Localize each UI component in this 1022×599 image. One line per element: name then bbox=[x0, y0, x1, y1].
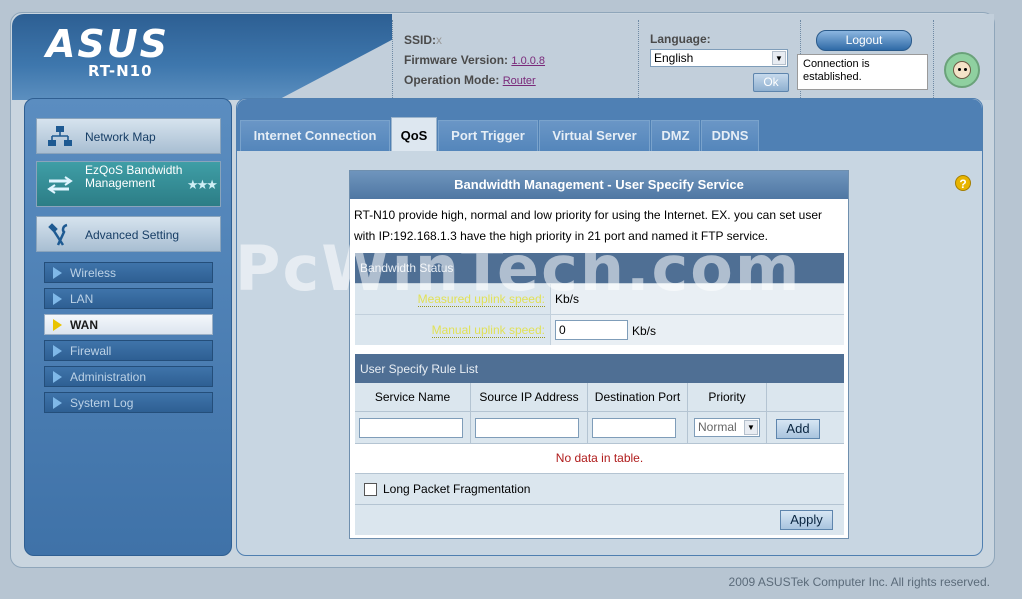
ezqos-icon bbox=[47, 176, 73, 194]
ssid-label: SSID:x bbox=[404, 33, 443, 47]
chevron-down-icon: ▼ bbox=[772, 51, 786, 65]
header-divider bbox=[638, 20, 639, 98]
measured-uplink-value: Kb/s bbox=[550, 283, 844, 314]
network-map-icon bbox=[48, 126, 72, 146]
cell-service-name bbox=[355, 411, 471, 443]
manual-uplink-row: 0 Kb/s bbox=[550, 314, 844, 345]
firmware-version-link[interactable]: 1.0.0.8 bbox=[511, 55, 545, 67]
manual-uplink-unit: Kb/s bbox=[632, 324, 657, 338]
operation-mode-link[interactable]: Router bbox=[503, 75, 536, 87]
menu-advanced-label: Advanced Setting bbox=[85, 228, 180, 242]
stars-icon: ★★★ bbox=[187, 177, 218, 192]
arrow-right-icon bbox=[53, 293, 62, 305]
tab-qos[interactable]: QoS bbox=[391, 117, 437, 151]
tab-dmz[interactable]: DMZ bbox=[651, 120, 700, 151]
arrow-right-icon bbox=[53, 397, 62, 409]
menu-advanced-setting[interactable]: Advanced Setting bbox=[36, 216, 221, 252]
add-rule-button[interactable]: Add bbox=[776, 419, 820, 439]
arrow-right-icon bbox=[53, 345, 62, 357]
sidebar-item-wan[interactable]: WAN bbox=[44, 314, 213, 335]
cell-source-ip bbox=[471, 411, 588, 443]
manual-uplink-input[interactable]: 0 bbox=[555, 320, 628, 340]
manual-uplink-label: Manual uplink speed: bbox=[355, 314, 550, 345]
tools-icon bbox=[48, 223, 68, 246]
header-divider bbox=[933, 20, 934, 98]
help-icon[interactable]: ? bbox=[955, 175, 971, 191]
chevron-down-icon: ▼ bbox=[744, 420, 758, 435]
tab-port-trigger[interactable]: Port Trigger bbox=[438, 120, 538, 151]
sidebar-item-label: LAN bbox=[70, 292, 94, 306]
sidebar-item-firewall[interactable]: Firewall bbox=[44, 340, 213, 361]
column-priority: Priority bbox=[688, 383, 767, 411]
menu-ezqos[interactable]: EzQoS Bandwidth Management ★★★ bbox=[36, 161, 221, 207]
sidebar-item-label: System Log bbox=[70, 396, 134, 410]
fragmentation-checkbox[interactable] bbox=[364, 483, 377, 496]
tab-ddns[interactable]: DDNS bbox=[701, 120, 759, 151]
language-ok-button[interactable]: Ok bbox=[753, 73, 789, 92]
priority-select[interactable]: Normal ▼ bbox=[694, 418, 760, 437]
sidebar-item-label: WAN bbox=[70, 318, 98, 332]
arrow-right-icon bbox=[53, 267, 62, 279]
sidebar-item-lan[interactable]: LAN bbox=[44, 288, 213, 309]
form-description: RT-N10 provide high, normal and low prio… bbox=[354, 208, 823, 243]
column-destination-port: Destination Port bbox=[588, 383, 688, 411]
sidebar-item-label: Wireless bbox=[70, 266, 117, 280]
fragmentation-label: Long Packet Fragmentation bbox=[383, 482, 531, 496]
form-title: Bandwidth Management - User Specify Serv… bbox=[350, 171, 848, 199]
bandwidth-status-header: Bandwidth Status bbox=[355, 253, 844, 283]
menu-network-map-label: Network Map bbox=[85, 130, 156, 144]
sidebar-item-system-log[interactable]: System Log bbox=[44, 392, 213, 413]
column-service-name: Service Name bbox=[355, 383, 471, 411]
sidebar-item-label: Firewall bbox=[70, 344, 112, 358]
connection-status-text: Connection is established. bbox=[797, 54, 928, 90]
sidebar-item-administration[interactable]: Administration bbox=[44, 366, 213, 387]
fragmentation-row: Long Packet Fragmentation bbox=[355, 473, 844, 504]
destination-port-input[interactable] bbox=[592, 418, 676, 438]
rule-list-header: User Specify Rule List bbox=[355, 354, 844, 384]
tab-virtual-server[interactable]: Virtual Server bbox=[539, 120, 650, 151]
language-label: Language: bbox=[650, 32, 711, 46]
firmware-label: Firmware Version: 1.0.0.8 bbox=[404, 53, 546, 67]
menu-network-map[interactable]: Network Map bbox=[36, 118, 221, 154]
face-icon bbox=[953, 61, 971, 79]
model-name: RT-N10 bbox=[88, 62, 153, 80]
language-value: English bbox=[654, 51, 694, 65]
header-divider bbox=[392, 20, 393, 98]
tab-internet-connection[interactable]: Internet Connection bbox=[240, 120, 390, 151]
qos-form: Bandwidth Management - User Specify Serv… bbox=[349, 170, 849, 539]
apply-button[interactable]: Apply bbox=[780, 510, 833, 530]
menu-ezqos-label: EzQoS Bandwidth Management bbox=[85, 163, 183, 190]
column-source-ip: Source IP Address bbox=[471, 383, 588, 411]
column-action bbox=[767, 383, 844, 411]
footer-copyright: 2009 ASUSTek Computer Inc. All rights re… bbox=[728, 575, 990, 589]
source-ip-input[interactable] bbox=[475, 418, 579, 438]
measured-uplink-label: Measured uplink speed: bbox=[355, 283, 550, 314]
apply-row: Apply bbox=[355, 504, 844, 535]
language-select[interactable]: English ▼ bbox=[650, 49, 788, 67]
sidebar-item-wireless[interactable]: Wireless bbox=[44, 262, 213, 283]
service-name-input[interactable] bbox=[359, 418, 463, 438]
cell-destination-port bbox=[588, 411, 688, 443]
logout-button[interactable]: Logout bbox=[816, 30, 912, 51]
arrow-right-icon bbox=[53, 319, 62, 331]
empty-table-message: No data in table. bbox=[355, 443, 844, 472]
arrow-right-icon bbox=[53, 371, 62, 383]
asus-logo: ASUS bbox=[46, 22, 170, 66]
avatar bbox=[944, 52, 980, 88]
priority-value: Normal bbox=[698, 420, 737, 434]
sidebar-item-label: Administration bbox=[70, 370, 147, 384]
opmode-label: Operation Mode: Router bbox=[404, 73, 536, 87]
